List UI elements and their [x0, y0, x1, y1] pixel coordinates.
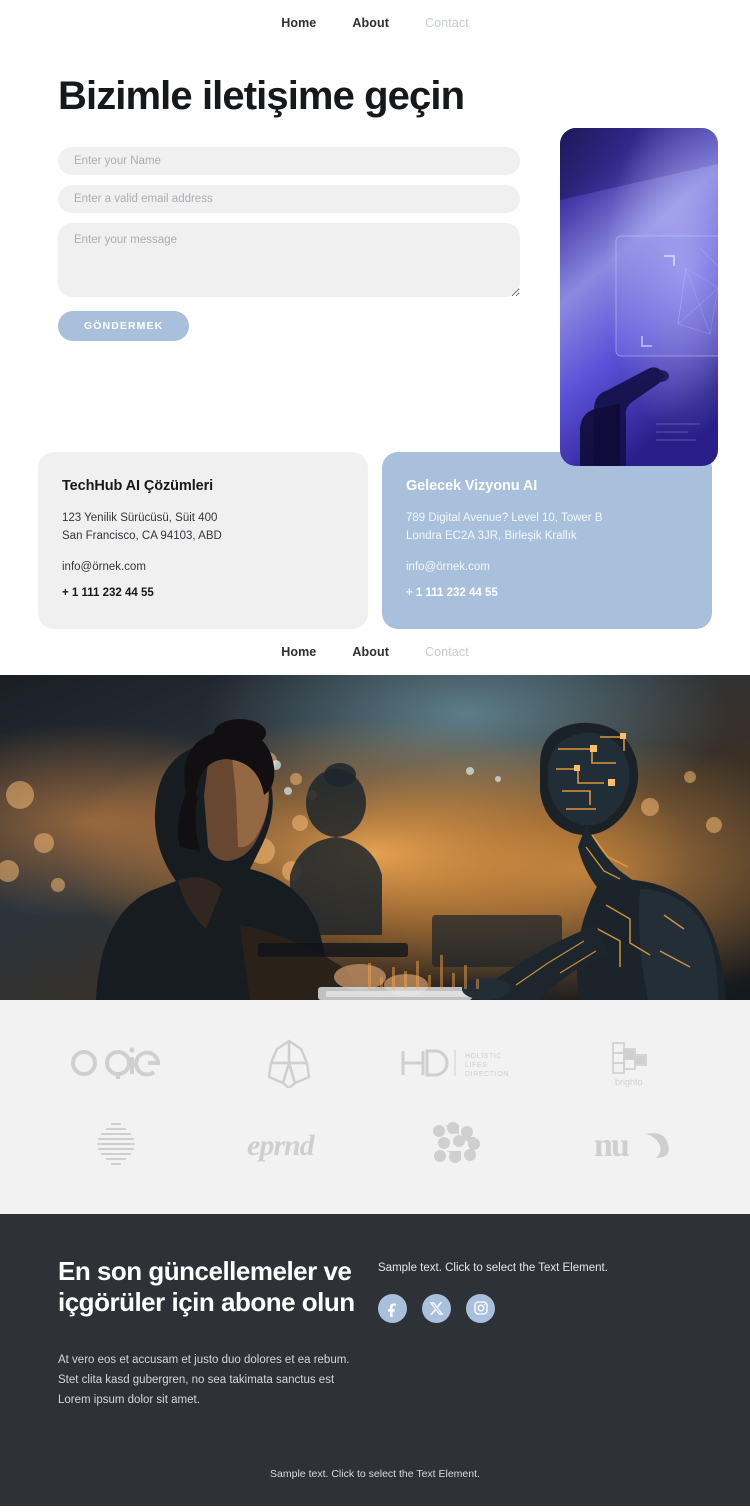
- name-input[interactable]: [58, 147, 520, 176]
- nav-item-contact[interactable]: Contact: [425, 16, 469, 30]
- x-twitter-icon[interactable]: [422, 1293, 451, 1323]
- card-phone[interactable]: + 1 111 232 44 55: [62, 587, 344, 599]
- nav2-item-home[interactable]: Home: [281, 645, 316, 659]
- banner-image: [0, 674, 750, 1000]
- card-email[interactable]: info@örnek.com: [406, 561, 688, 573]
- card-address-line-2: Londra EC2A 3JR, Birleşik Krallık: [406, 529, 577, 542]
- card-title: TechHub AI Çözümleri: [62, 478, 214, 494]
- submit-button[interactable]: GÖNDERMEK: [58, 311, 190, 342]
- logo-ogie: [30, 1034, 203, 1092]
- svg-text:eprnd: eprnd: [247, 1129, 316, 1162]
- logo-flower-star: [203, 1034, 376, 1092]
- nav-item-home[interactable]: Home: [281, 16, 316, 30]
- nav2-item-contact[interactable]: Contact: [425, 645, 469, 659]
- card-address-line-1: 789 Digital Avenue? Level 10, Tower B: [406, 512, 603, 524]
- footer-bottom-text: Sample text. Click to select the Text El…: [0, 1410, 750, 1507]
- card-address-line-1: 123 Yenilik Sürücüsü, Süit 400: [62, 512, 218, 524]
- footer-title: En son güncellemeler ve içgörüler için a…: [58, 1255, 355, 1317]
- svg-text:DIRECTION: DIRECTION: [465, 1071, 509, 1078]
- card-phone[interactable]: + 1 111 232 44 55: [406, 587, 688, 599]
- nav2-item-about[interactable]: About: [352, 645, 389, 659]
- footer-body-text: At vero eos et accusam et justo duo dolo…: [58, 1354, 350, 1407]
- nav-item-about[interactable]: About: [352, 16, 389, 30]
- svg-text:nu: nu: [594, 1127, 629, 1164]
- footer-left-column: En son güncellemeler ve içgörüler için a…: [58, 1256, 358, 1411]
- primary-navbar: Home About Contact: [0, 0, 750, 46]
- social-links: [378, 1293, 692, 1323]
- logo-dot-cluster: [375, 1116, 548, 1174]
- contact-card-gelecek: Gelecek Vizyonu AI 789 Digital Avenue? L…: [382, 452, 712, 629]
- contact-form: GÖNDERMEK: [58, 119, 520, 342]
- footer-right-column: Sample text. Click to select the Text El…: [378, 1256, 692, 1411]
- svg-text:brighto: brighto: [615, 1077, 643, 1087]
- page-root: Home About Contact Bizimle iletişime geç…: [0, 0, 750, 1507]
- logo-brighto: brighto: [548, 1034, 721, 1092]
- logo-eprnd: eprnd: [203, 1116, 376, 1174]
- message-input[interactable]: [58, 223, 520, 298]
- contact-card-techhub: TechHub AI Çözümleri 123 Yenilik Sürücüs…: [38, 452, 368, 629]
- logo-nu: nu: [548, 1116, 721, 1174]
- card-email[interactable]: info@örnek.com: [62, 561, 344, 573]
- hero-image: [560, 128, 718, 466]
- instagram-icon[interactable]: [466, 1293, 495, 1323]
- email-input[interactable]: [58, 185, 520, 214]
- page-title: Bizimle iletişime geçin: [58, 74, 465, 118]
- footer-sample-text: Sample text. Click to select the Text El…: [378, 1261, 608, 1274]
- svg-text:LIFES: LIFES: [465, 1062, 487, 1069]
- card-title: Gelecek Vizyonu AI: [406, 478, 538, 494]
- footer: En son güncellemeler ve içgörüler için a…: [0, 1213, 750, 1411]
- logo-hd-holistic: HOLISTIC LIFES DIRECTION: [375, 1034, 548, 1092]
- client-logo-strip: HOLISTIC LIFES DIRECTION brighto eprnd n…: [0, 999, 750, 1214]
- svg-text:HOLISTIC: HOLISTIC: [465, 1053, 502, 1060]
- secondary-navbar: Home About Contact: [0, 628, 750, 675]
- card-address-line-2: San Francisco, CA 94103, ABD: [62, 529, 222, 542]
- logo-striped-sphere: [30, 1116, 203, 1174]
- hero-section: Bizimle iletişime geçin GÖNDERMEK: [0, 46, 750, 466]
- facebook-icon[interactable]: [378, 1293, 407, 1323]
